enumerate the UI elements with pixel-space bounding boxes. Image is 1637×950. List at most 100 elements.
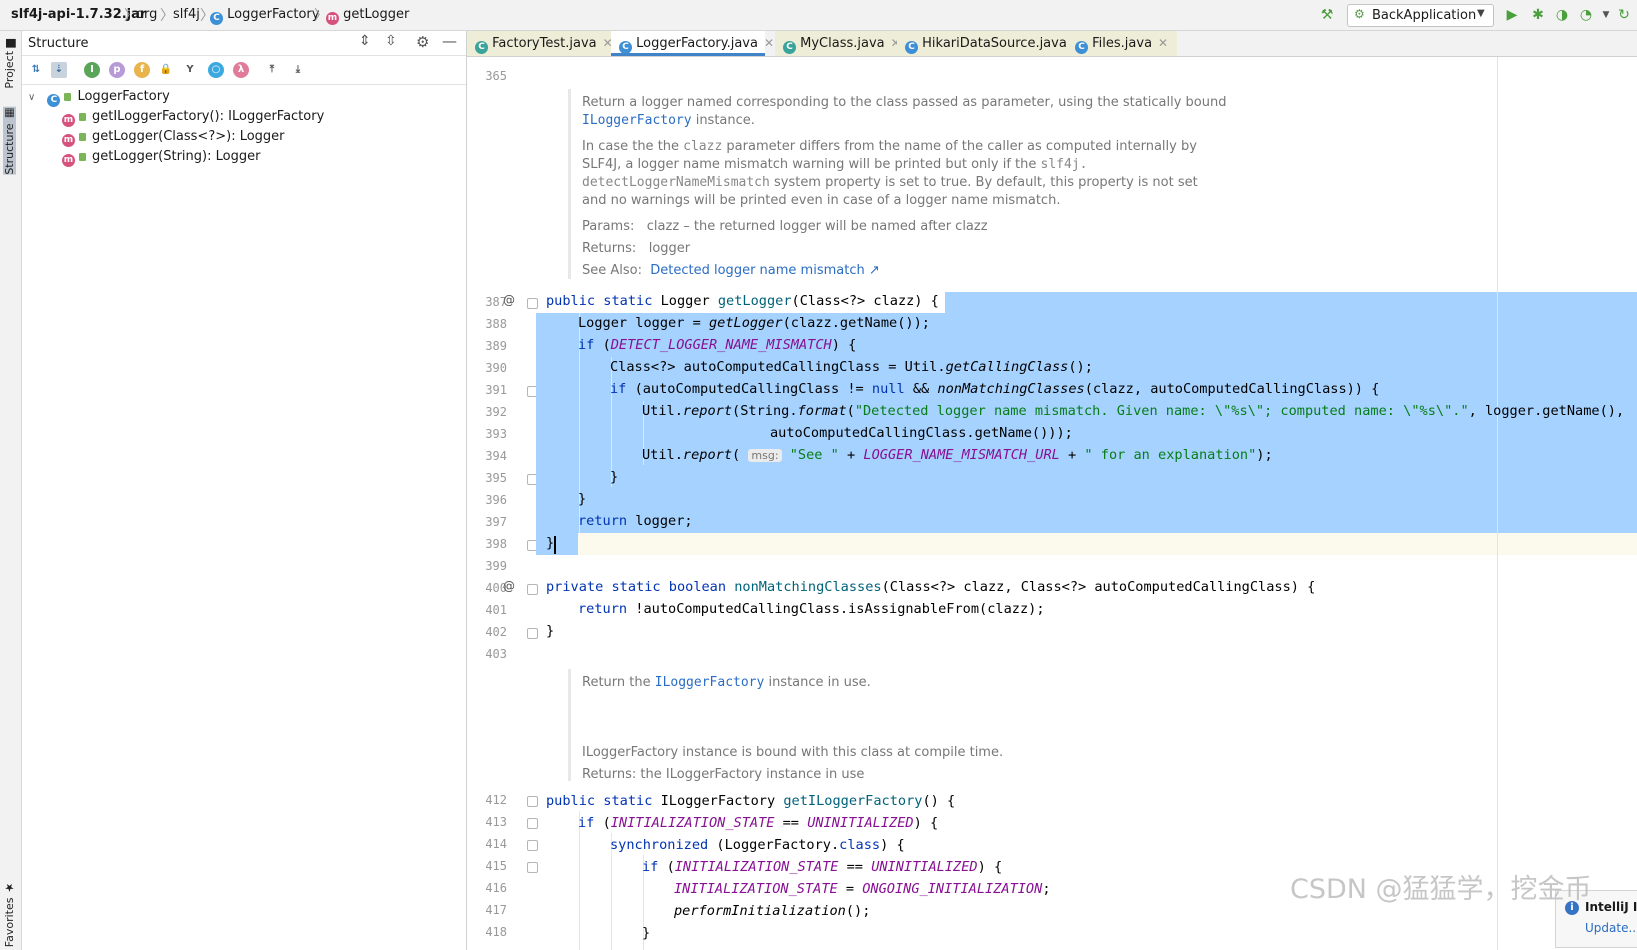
favorites-tool-tab[interactable]: Favorites ★ (3, 881, 16, 947)
sort-alphabetically-icon[interactable]: ⇣ (51, 62, 67, 78)
autoscroll-to-source-icon[interactable]: ⤒ (264, 62, 280, 78)
method-icon: m (62, 154, 75, 167)
structure-tool-tab[interactable]: Structure ▦ (3, 107, 16, 175)
code-line-394: Util.report( msg: "See " + LOGGER_NAME_M… (642, 447, 1273, 463)
code-line-412: public static ILoggerFactory getILoggerF… (546, 793, 956, 809)
project-tool-tab[interactable]: Project ▆ (3, 39, 16, 89)
breadcrumb-package-org[interactable]: org (136, 7, 157, 22)
code-line-396: } (578, 491, 587, 507)
tree-item-getlogger-class[interactable]: m getLogger(Class<?>): Logger (62, 129, 285, 148)
run-icon[interactable]: ▶ (1503, 6, 1521, 24)
code-line-387: public static Logger getLogger(Class<?> … (546, 293, 939, 309)
profile-icon[interactable]: ◔ (1577, 6, 1595, 24)
left-tool-window-strip: Project ▆ Structure ▦ Favorites ★ (0, 31, 22, 950)
sort-by-visibility-icon[interactable]: ⇅ (28, 62, 44, 78)
class-icon: C (619, 41, 632, 54)
tab-files[interactable]: C Files.java ✕ (1067, 31, 1177, 56)
notification-title: IntelliJ I (1585, 900, 1637, 914)
code-line-415: if (INITIALIZATION_STATE == UNINITIALIZE… (642, 859, 1003, 875)
line-number: 403 (485, 647, 507, 661)
tree-item-getiloggerfactory[interactable]: m getILoggerFactory(): ILoggerFactory (62, 109, 324, 128)
line-number: 365 (485, 69, 507, 83)
class-icon: C (210, 12, 223, 25)
override-at-icon[interactable]: @ (503, 579, 515, 593)
text-caret (554, 536, 556, 554)
doc-text: In case the the clazz parameter differs … (582, 139, 1197, 154)
tab-hikaridatasource[interactable]: C HikariDataSource.java✕ (897, 31, 1083, 56)
line-number: 391 (485, 383, 507, 397)
breadcrumb-class-label: LoggerFactory (227, 7, 320, 22)
show-non-public-icon[interactable]: 🔒 (158, 62, 174, 78)
indent-guide (611, 357, 612, 487)
override-at-icon[interactable]: @ (503, 293, 515, 307)
editor-gutter[interactable]: 365 387 388 389 390 391 392 393 394 395 … (467, 57, 559, 950)
code-line-414: synchronized (LoggerFactory.class) { (610, 837, 905, 853)
show-fields-icon[interactable]: f (134, 62, 150, 78)
breadcrumb-method[interactable]: m getLogger (326, 7, 409, 25)
public-access-icon (64, 93, 72, 101)
show-anonymous-icon[interactable]: ○ (208, 62, 224, 78)
tree-root-loggerfactory[interactable]: ∨ C LoggerFactory (28, 89, 170, 108)
editor-tab-bar: C FactoryTest.java ✕ C LoggerFactory.java… (467, 31, 1637, 57)
lambda-icon[interactable]: λ (233, 62, 249, 78)
line-number: 418 (485, 925, 507, 939)
breadcrumb-method-label: getLogger (343, 7, 410, 22)
line-number: 416 (485, 881, 507, 895)
chevron-down-icon[interactable]: ▼ (1597, 6, 1615, 24)
code-line-417: performInitialization(); (674, 903, 871, 919)
expand-all-icon[interactable]: ⇕ (359, 33, 371, 49)
selection-highlight (945, 292, 1637, 313)
code-line-388: Logger logger = getLogger(clazz.getName(… (578, 315, 930, 331)
breadcrumb-separator: 〉 (160, 8, 174, 24)
folder-icon: ▆ (3, 39, 16, 48)
code-editor[interactable]: Return a logger named corresponding to t… (536, 57, 1637, 950)
doc-comment-bar (568, 89, 571, 279)
show-lambdas-icon[interactable]: Y (182, 62, 198, 78)
debug-icon[interactable]: ✱ (1529, 6, 1547, 24)
tab-factorytest[interactable]: C FactoryTest.java ✕ (467, 31, 613, 56)
build-hammer-icon[interactable]: ⚒ (1318, 6, 1336, 24)
line-number: 395 (485, 471, 507, 485)
parameter-hint: msg: (748, 449, 782, 462)
method-icon: m (326, 12, 339, 25)
test-class-icon: C (475, 41, 488, 54)
line-number: 415 (485, 859, 507, 873)
tree-item-getlogger-string[interactable]: m getLogger(String): Logger (62, 149, 260, 168)
close-icon[interactable]: ✕ (764, 36, 774, 50)
show-inherited-icon[interactable]: I (84, 62, 100, 78)
code-line-402: } (546, 623, 555, 639)
breadcrumb-package-slf4j[interactable]: slf4j (173, 7, 200, 22)
line-number: 413 (485, 815, 507, 829)
selection-highlight (536, 533, 578, 555)
doc-returns: Returns: the ILoggerFactory instance in … (582, 767, 865, 782)
code-line-398: } (546, 535, 555, 551)
tab-loggerfactory[interactable]: C LoggerFactory.java ✕ (611, 31, 774, 56)
show-properties-icon[interactable]: p (109, 62, 125, 78)
minimize-icon[interactable]: — (442, 32, 457, 50)
close-icon[interactable]: ✕ (1158, 36, 1168, 50)
public-access-icon (79, 153, 86, 161)
code-line-418: } (642, 925, 651, 941)
indent-guide (579, 811, 580, 950)
doc-link-mismatch[interactable]: Detected logger name mismatch ↗ (650, 263, 879, 278)
doc-link-iloggerfactory[interactable]: ILoggerFactory (655, 675, 765, 690)
line-number: 389 (485, 339, 507, 353)
structure-title: Structure (28, 36, 89, 51)
navigation-bar: slf4j-api-1.7.32.jar 〉 org 〉 slf4j 〉 C L… (0, 0, 1637, 31)
class-icon: C (905, 41, 918, 54)
update-app-icon[interactable]: ↻ (1615, 6, 1633, 24)
notification-update-link[interactable]: Update... (1585, 921, 1637, 935)
coverage-icon[interactable]: ◑ (1553, 6, 1571, 24)
gear-icon[interactable]: ⚙ (416, 33, 429, 51)
doc-params: Params: clazz – the returned logger will… (582, 219, 988, 234)
line-number: 398 (485, 537, 507, 551)
star-icon: ★ (3, 881, 16, 894)
doc-see-also: See Also: Detected logger name mismatch … (582, 263, 880, 278)
autoscroll-from-source-icon[interactable]: ⤓ (290, 62, 306, 78)
breadcrumb-class[interactable]: C LoggerFactory (210, 7, 319, 25)
doc-text: ILoggerFactory instance is bound with th… (582, 745, 1004, 760)
collapse-all-icon[interactable]: ⇳ (385, 33, 397, 49)
run-configuration-selector[interactable]: ⚙ BackApplication ▼ (1347, 4, 1494, 27)
tab-myclass[interactable]: C MyClass.java ✕ (775, 31, 903, 56)
doc-link-iloggerfactory[interactable]: ILoggerFactory (582, 113, 692, 128)
